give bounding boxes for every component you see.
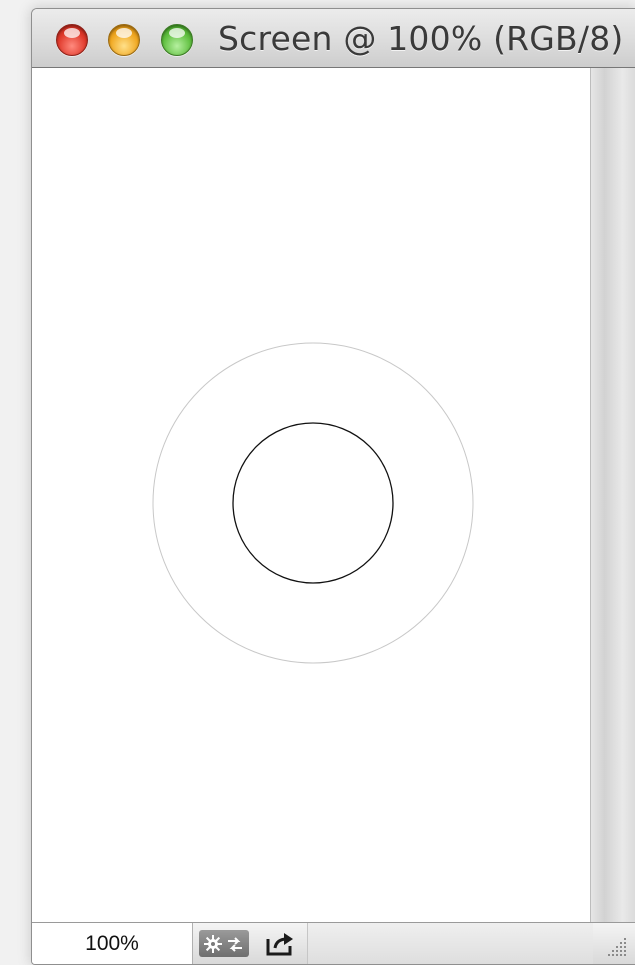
zoom-button[interactable] — [161, 24, 193, 56]
close-button[interactable] — [56, 24, 88, 56]
zoom-level-field[interactable]: 100% — [32, 923, 193, 964]
resize-grip-icon[interactable] — [602, 932, 628, 958]
gear-arrows-icon — [204, 934, 242, 953]
minimize-button[interactable] — [108, 24, 140, 56]
status-bar-empty-area — [307, 923, 593, 964]
window-title: Screen @ 100% (RGB/8) — [218, 19, 624, 58]
outer-circle — [152, 342, 474, 664]
status-bar: 100% — [32, 922, 635, 964]
document-canvas[interactable] — [32, 68, 590, 922]
vertical-scrollbar[interactable] — [590, 68, 635, 922]
document-window: Screen @ 100% (RGB/8) 100% — [31, 8, 635, 965]
share-icon — [266, 932, 293, 955]
share-button[interactable] — [262, 930, 300, 957]
title-bar[interactable]: Screen @ 100% (RGB/8) — [32, 9, 635, 68]
canvas-artwork — [152, 342, 474, 664]
inner-circle — [232, 422, 394, 584]
document-info-button[interactable] — [199, 930, 249, 957]
